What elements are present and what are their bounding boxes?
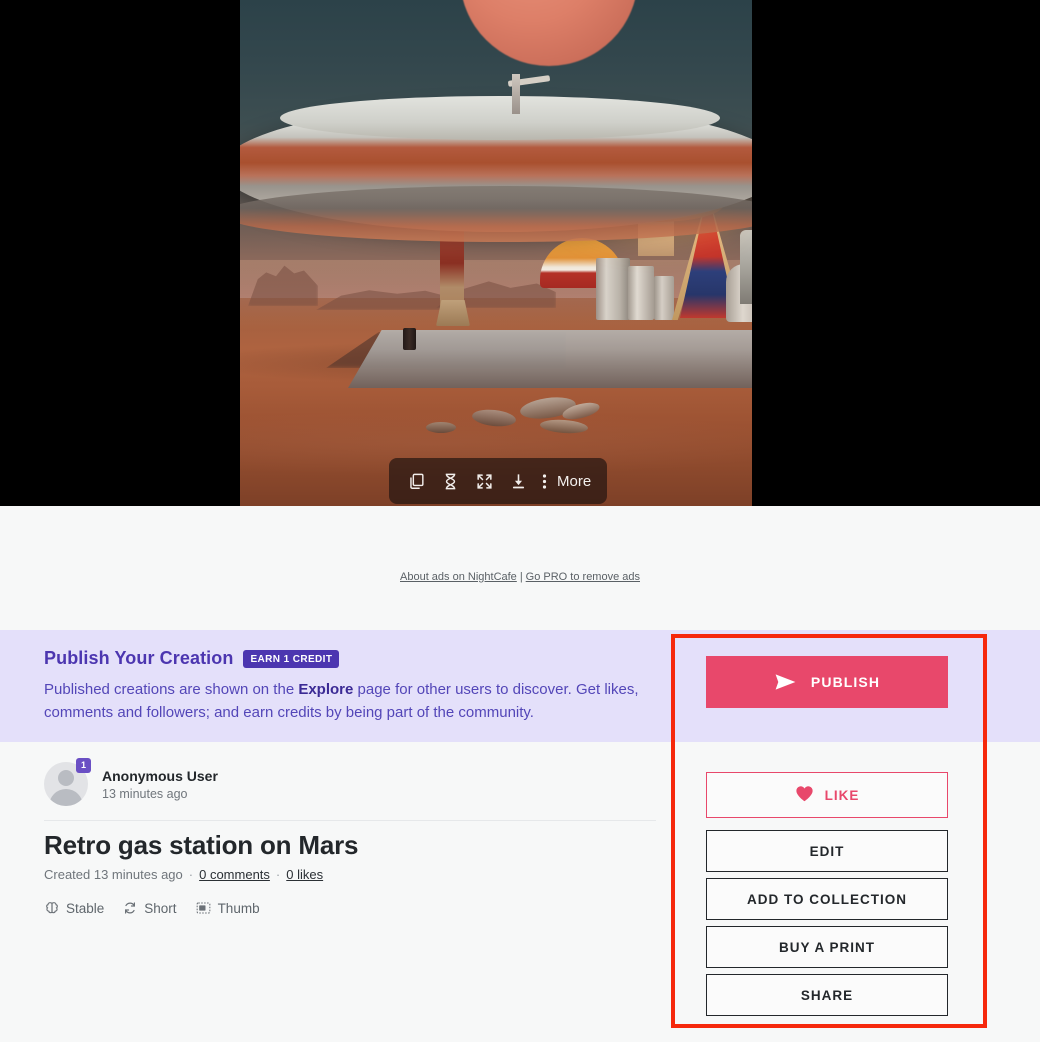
buy-a-print-label: BUY A PRINT bbox=[778, 939, 875, 955]
publish-button-label: PUBLISH bbox=[810, 674, 881, 690]
chip-runtime[interactable]: Short bbox=[122, 900, 177, 916]
artwork-mast bbox=[512, 74, 520, 114]
add-to-collection-button[interactable]: ADD TO COLLECTION bbox=[706, 878, 948, 920]
actions-sidebar: PUBLISH LIKE EDIT ADD TO COLLECTION BUY … bbox=[671, 634, 987, 1028]
chip-size-label: Thumb bbox=[217, 900, 260, 916]
send-icon bbox=[774, 673, 797, 691]
chip-size[interactable]: Thumb bbox=[195, 900, 260, 916]
brain-icon bbox=[44, 900, 60, 916]
artwork-canopy-top bbox=[280, 96, 720, 140]
image-viewer: More bbox=[0, 0, 1040, 506]
kebab-menu-icon bbox=[535, 472, 553, 491]
more-label: More bbox=[557, 472, 592, 490]
creator-row[interactable]: 1 Anonymous User 13 minutes ago bbox=[44, 758, 218, 806]
artwork-meta: Created 13 minutes ago · 0 comments · 0 like… bbox=[44, 867, 323, 882]
generated-artwork-image[interactable] bbox=[240, 0, 752, 506]
refresh-icon bbox=[122, 900, 138, 916]
publish-banner-title: Publish Your Creation bbox=[44, 648, 234, 668]
more-button[interactable]: More bbox=[535, 472, 597, 491]
artwork-silo bbox=[596, 258, 630, 320]
artwork-canopy-rim bbox=[240, 186, 752, 242]
hourglass-icon[interactable] bbox=[433, 458, 467, 504]
avatar-level-badge: 1 bbox=[76, 758, 91, 773]
comments-link[interactable]: 0 comments bbox=[199, 867, 270, 882]
earn-credit-badge: EARN 1 CREDIT bbox=[243, 649, 340, 668]
copy-icon[interactable] bbox=[399, 458, 433, 504]
add-to-collection-label: ADD TO COLLECTION bbox=[747, 891, 907, 907]
image-action-toolbar: More bbox=[389, 458, 608, 504]
ad-notice-strip: About ads on NightCafe | Go PRO to remove … bbox=[0, 506, 1040, 630]
chip-runtime-label: Short bbox=[144, 900, 177, 916]
artwork-rock bbox=[426, 422, 456, 433]
sidebar-buttons: PUBLISH LIKE EDIT ADD TO COLLECTION BUY … bbox=[675, 638, 983, 1024]
artwork-barrel bbox=[403, 328, 416, 350]
publish-banner-content: Publish Your Creation EARN 1 CREDIT Publ… bbox=[44, 648, 644, 725]
meta-dot: · bbox=[188, 867, 194, 882]
likes-link[interactable]: 0 likes bbox=[286, 867, 323, 882]
chip-model-label: Stable bbox=[66, 900, 105, 916]
section-divider bbox=[44, 820, 656, 821]
publish-desc-part1: Published creations are shown on the bbox=[44, 681, 299, 698]
creation-detail-page: More About ads on NightCafe | Go PRO to re… bbox=[0, 0, 1040, 1042]
avatar-body-shape bbox=[49, 789, 83, 806]
artwork-tower-base bbox=[436, 300, 470, 326]
publish-banner-heading-row: Publish Your Creation EARN 1 CREDIT bbox=[44, 648, 644, 669]
creator-name[interactable]: Anonymous User bbox=[102, 768, 218, 784]
heart-icon bbox=[795, 785, 814, 805]
share-button-label: SHARE bbox=[800, 987, 854, 1003]
edit-button[interactable]: EDIT bbox=[706, 830, 948, 872]
chip-model[interactable]: Stable bbox=[44, 900, 104, 916]
explore-emphasis: Explore bbox=[298, 681, 354, 698]
ad-links: About ads on NightCafe | Go PRO to remove … bbox=[0, 571, 1040, 583]
created-timestamp: Created 13 minutes ago bbox=[44, 867, 183, 882]
creator-timestamp: 13 minutes ago bbox=[102, 786, 188, 801]
page-title: Retro gas station on Mars bbox=[44, 830, 359, 860]
publish-button[interactable]: PUBLISH bbox=[706, 656, 948, 708]
about-ads-link[interactable]: About ads on NightCafe bbox=[400, 571, 517, 583]
artwork-hangar bbox=[740, 230, 752, 304]
download-icon[interactable] bbox=[501, 458, 535, 504]
artwork-attribute-chips: Stable Short Thumb bbox=[44, 900, 260, 916]
ad-link-separator: | bbox=[519, 571, 523, 583]
creator-text-block: Anonymous User 13 minutes ago bbox=[102, 768, 218, 801]
buy-a-print-button[interactable]: BUY A PRINT bbox=[706, 926, 948, 968]
avatar-wrapper[interactable]: 1 bbox=[44, 758, 91, 806]
publish-banner-description: Published creations are shown on the Exp… bbox=[44, 678, 644, 725]
share-button[interactable]: SHARE bbox=[706, 974, 948, 1016]
like-button[interactable]: LIKE bbox=[706, 772, 948, 818]
like-button-label: LIKE bbox=[824, 787, 860, 803]
expand-icon[interactable] bbox=[467, 458, 501, 504]
artwork-silo bbox=[628, 266, 654, 320]
artwork-silo bbox=[654, 276, 674, 320]
meta-dot: · bbox=[275, 867, 281, 882]
edit-button-label: EDIT bbox=[809, 843, 845, 859]
thumbnail-icon bbox=[195, 900, 212, 916]
avatar-head-shape bbox=[58, 770, 74, 786]
go-pro-link[interactable]: Go PRO to remove ads bbox=[526, 571, 640, 583]
